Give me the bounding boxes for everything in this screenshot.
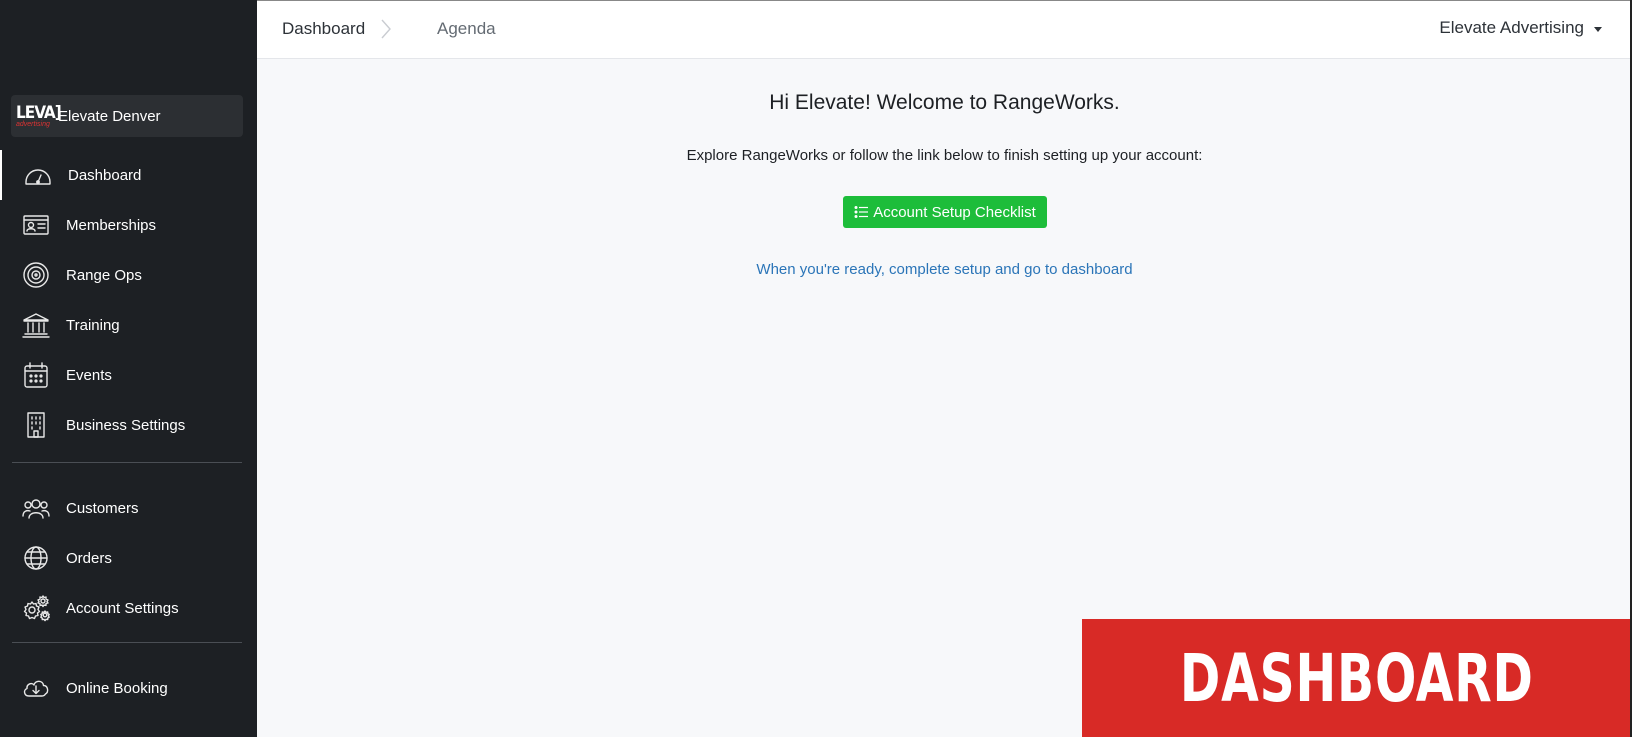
people-icon [20,492,52,524]
account-name: Elevate Denver [58,107,161,125]
account-switcher[interactable]: LEVA] advertising Elevate Denver [11,95,243,137]
sidebar-item-events[interactable]: Events [0,350,257,400]
list-icon [854,205,869,219]
sidebar-item-business-settings[interactable]: Business Settings [0,400,257,450]
sidebar-item-memberships[interactable]: Memberships [0,200,257,250]
sidebar-item-dashboard[interactable]: Dashboard [0,150,257,200]
top-header: Dashboard Agenda Elevate Advertising [257,0,1632,59]
account-setup-checklist-button[interactable]: Account Setup Checklist [843,196,1047,228]
sidebar-divider [12,642,242,643]
breadcrumb-dashboard[interactable]: Dashboard [282,19,365,39]
breadcrumb-agenda[interactable]: Agenda [437,19,496,39]
gears-icon [20,592,52,624]
sidebar-divider [12,462,242,463]
welcome-heading: Hi Elevate! Welcome to RangeWorks. [769,91,1120,114]
calendar-icon [20,359,52,391]
complete-setup-link-text[interactable]: When you're ready, complete setup and go… [756,261,1132,278]
sidebar-item-training[interactable]: Training [0,300,257,350]
complete-setup-link[interactable]: When you're ready, complete setup and go… [257,261,1632,278]
organization-dropdown[interactable]: Elevate Advertising [1439,18,1602,38]
id-card-icon [20,209,52,241]
target-icon [20,259,52,291]
dashboard-banner: DASHBOARD [1082,619,1632,737]
company-logo: LEVA] advertising [16,102,62,128]
chevron-right-icon [379,17,393,41]
setup-button-label: Account Setup Checklist [873,203,1036,221]
sidebar: LEVA] advertising Elevate Denver Dashboa… [0,0,257,737]
explore-text: Explore RangeWorks or follow the link be… [686,147,1203,164]
banner-text: DASHBOARD [1180,639,1534,717]
sidebar-item-account-settings[interactable]: Account Settings [0,583,257,633]
cloud-download-icon [20,672,52,704]
organization-name: Elevate Advertising [1439,18,1584,37]
institution-icon [20,309,52,341]
sidebar-item-orders[interactable]: Orders [0,533,257,583]
caret-down-icon [1594,26,1602,32]
building-icon [20,409,52,441]
speedometer-icon [22,159,54,191]
sidebar-item-online-booking[interactable]: Online Booking [0,663,257,713]
sidebar-item-range-ops[interactable]: Range Ops [0,250,257,300]
sidebar-item-customers[interactable]: Customers [0,483,257,533]
globe-icon [20,542,52,574]
